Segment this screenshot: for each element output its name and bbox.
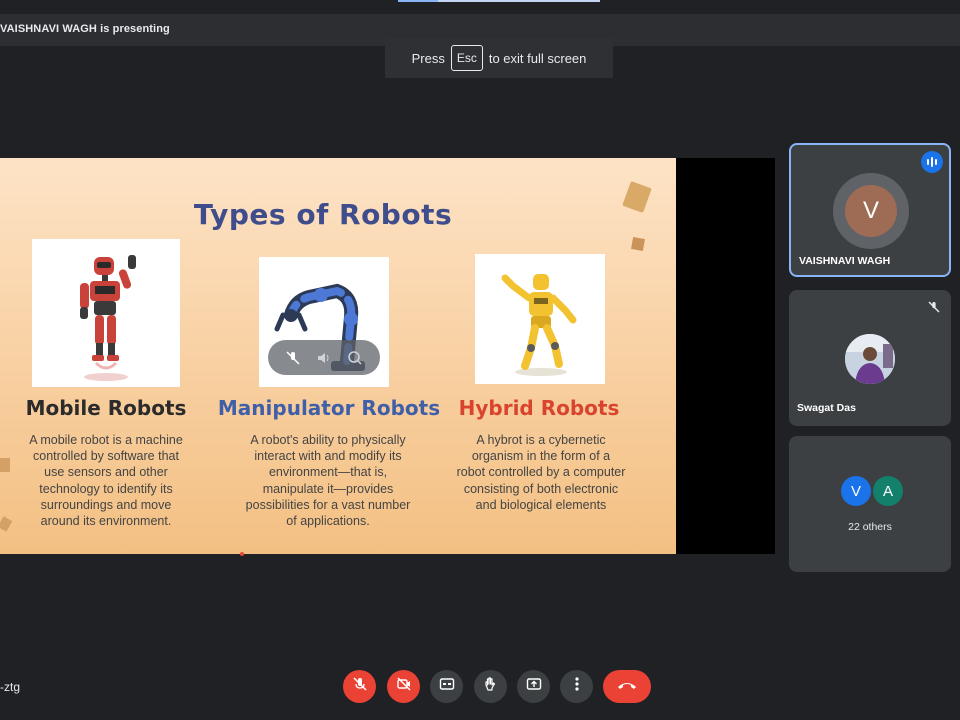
- fullscreen-toast: Press Esc to exit full screen: [385, 38, 613, 78]
- decoration-box: [0, 516, 13, 532]
- meet-window: VAISHNAVI WAGH is presenting Press Esc t…: [0, 0, 960, 720]
- captions-button[interactable]: [430, 670, 463, 703]
- presentation-stage: Types of Robots Mobile Robots Manipulato…: [0, 158, 775, 554]
- meeting-code: -ztg: [0, 680, 21, 694]
- robot-description: A mobile robot is a machine controlled b…: [29, 433, 183, 529]
- decoration-box: [0, 458, 10, 472]
- captions-icon: [439, 676, 455, 697]
- esc-key: Esc: [450, 45, 483, 71]
- others-avatars: V A: [841, 476, 903, 506]
- slide-title: Types of Robots: [193, 198, 453, 231]
- toast-text-after: to exit full screen: [488, 50, 587, 66]
- avatar-photo: [845, 334, 895, 384]
- participant-name: Swagat Das: [797, 402, 856, 414]
- slide: Types of Robots Mobile Robots Manipulato…: [0, 158, 676, 554]
- participant-name: VAISHNAVI WAGH: [799, 255, 891, 267]
- mic-off-icon: [923, 296, 945, 318]
- mic-off-button[interactable]: [343, 670, 376, 703]
- phone-hangup-icon: [616, 678, 638, 696]
- volume-icon[interactable]: [316, 350, 332, 366]
- leave-call-button[interactable]: [603, 670, 651, 703]
- hand-icon: [483, 676, 499, 697]
- hybrid-robot-image: [475, 254, 605, 384]
- robot-title: Mobile Robots: [25, 396, 187, 420]
- mic-off-icon: [352, 676, 368, 697]
- avatar: A: [873, 476, 903, 506]
- avatar-initial: V: [845, 185, 897, 237]
- robot-description: A robot's ability to physically interact…: [245, 433, 411, 529]
- media-controls-overlay[interactable]: [268, 340, 380, 375]
- camera-off-icon: [396, 676, 412, 697]
- robot-title: Manipulator Robots: [217, 396, 441, 420]
- more-options-button[interactable]: [560, 670, 593, 703]
- robot-title: Hybrid Robots: [458, 396, 620, 420]
- avatar: V: [833, 173, 909, 249]
- others-count: 22 others: [848, 521, 892, 533]
- speaking-icon: [921, 151, 943, 173]
- raise-hand-button[interactable]: [474, 670, 507, 703]
- present-button[interactable]: [517, 670, 550, 703]
- toast-text-before: Press: [411, 50, 445, 66]
- mobile-robot-image: [32, 239, 180, 387]
- participant-tile-presenter[interactable]: V VAISHNAVI WAGH: [789, 143, 951, 277]
- decoration-box: [631, 237, 645, 251]
- others-tile[interactable]: V A 22 others: [789, 436, 951, 572]
- avatar: V: [841, 476, 871, 506]
- browser-strip: [0, 0, 960, 14]
- search-icon[interactable]: [347, 350, 363, 366]
- robot-description: A hybrot is a cybernetic organism in the…: [456, 433, 626, 512]
- more-vert-icon: [569, 676, 585, 697]
- share-tab-indicator-secondary: [438, 0, 600, 2]
- participant-tile[interactable]: Swagat Das: [789, 290, 951, 426]
- presenting-text: VAISHNAVI WAGH is presenting: [0, 23, 170, 35]
- camera-off-button[interactable]: [387, 670, 420, 703]
- mute-icon[interactable]: [285, 350, 301, 366]
- pointer-dot: [240, 552, 244, 556]
- present-icon: [526, 676, 542, 697]
